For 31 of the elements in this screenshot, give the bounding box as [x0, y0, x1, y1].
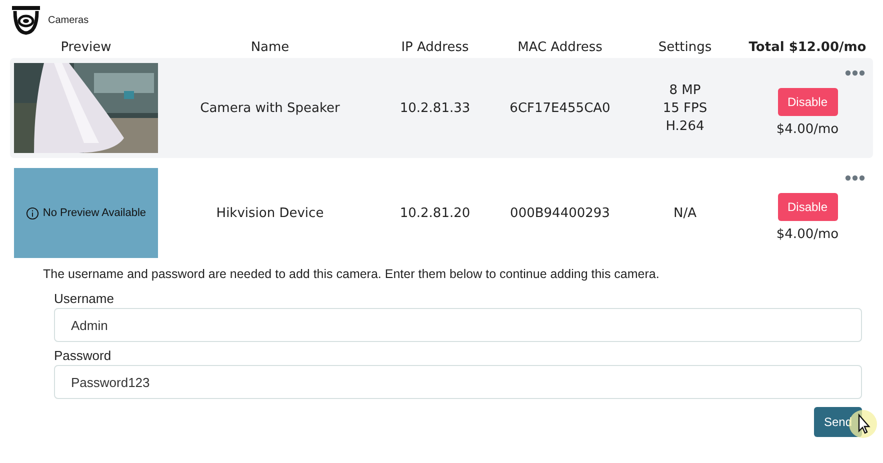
column-header: Name [250, 40, 290, 54]
table-cell-text: Hikvision Device [215, 206, 325, 220]
more-icon[interactable] [845, 174, 865, 180]
disable-button[interactable]: Disable [778, 192, 838, 220]
field-label: Username [54, 291, 115, 306]
disable-button[interactable]: Disable [778, 88, 838, 116]
dome-camera-icon [10, 4, 42, 36]
page-title: Cameras [48, 14, 89, 26]
table-cell-text: 000B94400293 [509, 206, 611, 220]
field-label: Password [54, 348, 112, 363]
table-cell-text: 10.2.81.20 [398, 206, 472, 220]
setting-text: H.264 [666, 118, 704, 134]
setting-text: 8 MP [669, 82, 701, 98]
info-icon [26, 206, 39, 220]
credentials-message: The username and password are needed to add this camera. Enter them below to continue adding this camera. [43, 267, 660, 281]
column-header: Total $12.00/mo [748, 40, 868, 54]
price-text: $4.00/mo [776, 226, 839, 242]
column-header: Settings [657, 40, 713, 54]
table-cell-text: 6CF17E455CA0 [508, 100, 612, 116]
more-icon[interactable] [845, 70, 865, 76]
setting-text: N/A [674, 206, 696, 220]
column-header: Preview [60, 40, 112, 54]
input-field[interactable]: Admin [54, 308, 862, 342]
input-field[interactable]: Password123 [54, 365, 862, 399]
column-header: MAC Address [516, 40, 604, 54]
no-preview-text: No Preview Available [42, 207, 146, 219]
setting-text: 15 FPS [662, 100, 708, 116]
price-text: $4.00/mo [776, 122, 839, 136]
table-cell-text: Camera with Speaker [199, 100, 341, 116]
table-cell-text: 10.2.81.33 [398, 100, 472, 116]
column-header: IP Address [400, 40, 470, 54]
